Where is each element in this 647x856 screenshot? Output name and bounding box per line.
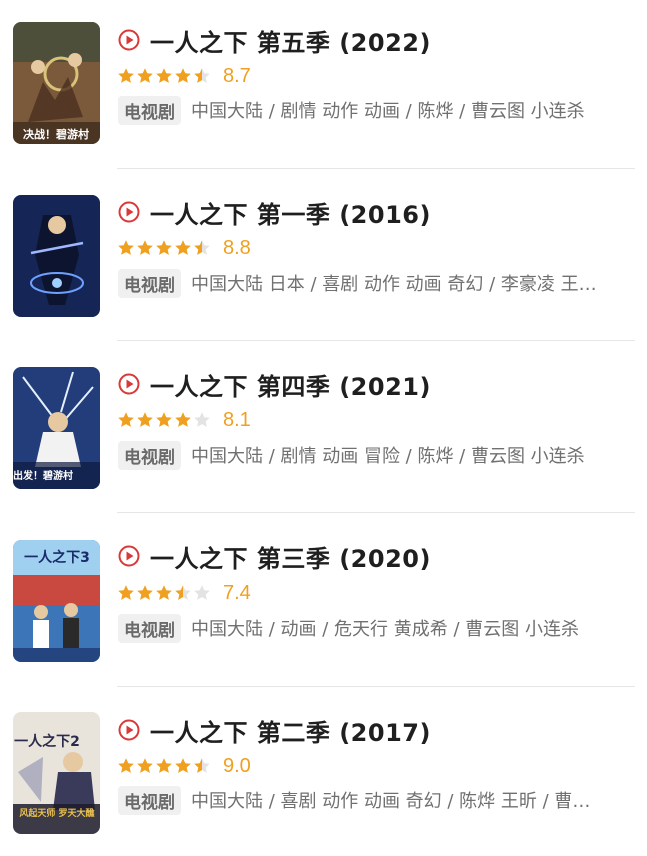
star-icon [194, 758, 210, 773]
star-rating [117, 67, 212, 85]
svg-text:一人之下3: 一人之下3 [24, 549, 90, 566]
rating-score: 9.0 [223, 754, 251, 777]
divider [117, 168, 635, 169]
meta-info: 中国大陆 日本 / 喜剧 动作 动画 奇幻 / 李豪凌 王… [191, 274, 597, 295]
meta-info: 中国大陆 / 剧情 动画 冒险 / 陈烨 / 曹云图 小连杀 [191, 446, 585, 467]
meta-info: 中国大陆 / 动画 / 危天行 黄成希 / 曹云图 小连杀 [191, 619, 579, 640]
meta-row: 电视剧 中国大陆 / 动画 / 危天行 黄成希 / 曹云图 小连杀 [118, 613, 628, 643]
star-icon [137, 68, 153, 83]
divider [117, 512, 635, 513]
list-item[interactable]: 出发！碧游村 一人之下 第四季 (2021) 8.1 电视剧 中国大陆 / 剧情… [0, 344, 647, 516]
type-badge: 电视剧 [118, 613, 181, 643]
divider [117, 340, 635, 341]
star-icon [137, 758, 153, 773]
star-icon [175, 68, 191, 83]
star-icon [175, 758, 191, 773]
title-row[interactable]: 一人之下 第一季 (2016) [118, 194, 431, 230]
play-circle-icon[interactable] [118, 373, 140, 395]
star-rating [117, 239, 212, 257]
star-icon [137, 585, 153, 600]
meta-info: 中国大陆 / 剧情 动作 动画 / 陈烨 / 曹云图 小连杀 [191, 101, 585, 122]
title-row[interactable]: 一人之下 第五季 (2022) [118, 22, 431, 58]
poster-caption: 决战！碧游村 [23, 127, 89, 141]
meta-row: 电视剧 中国大陆 / 剧情 动画 冒险 / 陈烨 / 曹云图 小连杀 [118, 440, 628, 470]
title[interactable]: 一人之下 第一季 (2016) [150, 195, 431, 230]
star-icon [156, 585, 172, 600]
play-circle-icon[interactable] [118, 719, 140, 741]
star-icon [194, 585, 210, 600]
title-row[interactable]: 一人之下 第四季 (2021) [118, 366, 431, 402]
meta-row: 电视剧 中国大陆 / 剧情 动作 动画 / 陈烨 / 曹云图 小连杀 [118, 95, 628, 125]
poster-caption: 风起天师 罗天大醮 [19, 807, 94, 819]
rating-row: 9.0 [117, 754, 251, 778]
title[interactable]: 一人之下 第五季 (2022) [150, 23, 431, 58]
star-icon [156, 68, 172, 83]
title-row[interactable]: 一人之下 第三季 (2020) [118, 538, 431, 574]
rating-score: 8.8 [223, 236, 251, 259]
poster-image[interactable]: 决战！碧游村 [13, 22, 100, 144]
title[interactable]: 一人之下 第二季 (2017) [150, 713, 431, 748]
poster-art: 决战！碧游村 [13, 22, 100, 144]
star-icon [118, 412, 134, 427]
poster-image[interactable]: 出发！碧游村 [13, 367, 100, 489]
list-item[interactable]: 一人之下2 风起天师 罗天大醮 一人之下 第二季 (2017) 9.0 电视剧 … [0, 690, 647, 856]
poster-image[interactable]: 一人之下2 风起天师 罗天大醮 [13, 712, 100, 834]
star-icon [118, 758, 134, 773]
rating-score: 8.1 [223, 408, 251, 431]
meta-row: 电视剧 中国大陆 / 喜剧 动作 动画 奇幻 / 陈烨 王昕 / 曹… [118, 785, 628, 815]
rating-row: 8.1 [117, 408, 251, 432]
meta-row: 电视剧 中国大陆 日本 / 喜剧 动作 动画 奇幻 / 李豪凌 王… [118, 268, 628, 298]
type-badge: 电视剧 [118, 440, 181, 470]
star-icon [194, 68, 210, 83]
rating-score: 8.7 [223, 64, 251, 87]
poster-art: 出发！碧游村 [13, 367, 100, 489]
star-icon [156, 412, 172, 427]
title[interactable]: 一人之下 第三季 (2020) [150, 539, 431, 574]
poster-art: 一人之下2 风起天师 罗天大醮 [13, 712, 100, 834]
star-icon [118, 68, 134, 83]
type-badge: 电视剧 [118, 785, 181, 815]
play-circle-icon[interactable] [118, 545, 140, 567]
poster-art: 一人之下3 [13, 540, 100, 662]
movie-list: 决战！碧游村 一人之下 第五季 (2022) 8.7 电视剧 中国大陆 / 剧情… [0, 0, 647, 856]
divider [117, 686, 635, 687]
star-icon [118, 240, 134, 255]
star-rating [117, 757, 212, 775]
meta-info: 中国大陆 / 喜剧 动作 动画 奇幻 / 陈烨 王昕 / 曹… [191, 791, 591, 812]
star-icon [175, 585, 191, 600]
type-badge: 电视剧 [118, 268, 181, 298]
rating-row: 8.8 [117, 236, 251, 260]
star-icon [137, 240, 153, 255]
poster-image[interactable] [13, 195, 100, 317]
poster-art [13, 195, 100, 317]
star-icon [194, 412, 210, 427]
star-icon [156, 240, 172, 255]
star-icon [175, 240, 191, 255]
star-rating [117, 411, 212, 429]
star-rating [117, 584, 212, 602]
poster-image[interactable]: 一人之下3 [13, 540, 100, 662]
title[interactable]: 一人之下 第四季 (2021) [150, 367, 431, 402]
poster-caption: 出发！碧游村 [13, 469, 73, 482]
star-icon [137, 412, 153, 427]
list-item[interactable]: 一人之下3 一人之下 第三季 (2020) 7.4 电视剧 中国大陆 / 动画 … [0, 516, 647, 688]
play-circle-icon[interactable] [118, 29, 140, 51]
star-icon [156, 758, 172, 773]
play-circle-icon[interactable] [118, 201, 140, 223]
title-row[interactable]: 一人之下 第二季 (2017) [118, 712, 431, 748]
list-item[interactable]: 一人之下 第一季 (2016) 8.8 电视剧 中国大陆 日本 / 喜剧 动作 … [0, 172, 647, 344]
svg-text:一人之下2: 一人之下2 [14, 733, 80, 750]
rating-row: 8.7 [117, 64, 251, 88]
star-icon [175, 412, 191, 427]
list-item[interactable]: 决战！碧游村 一人之下 第五季 (2022) 8.7 电视剧 中国大陆 / 剧情… [0, 0, 647, 172]
type-badge: 电视剧 [118, 95, 181, 125]
star-icon [194, 240, 210, 255]
rating-score: 7.4 [223, 581, 251, 604]
star-icon [118, 585, 134, 600]
rating-row: 7.4 [117, 581, 251, 605]
